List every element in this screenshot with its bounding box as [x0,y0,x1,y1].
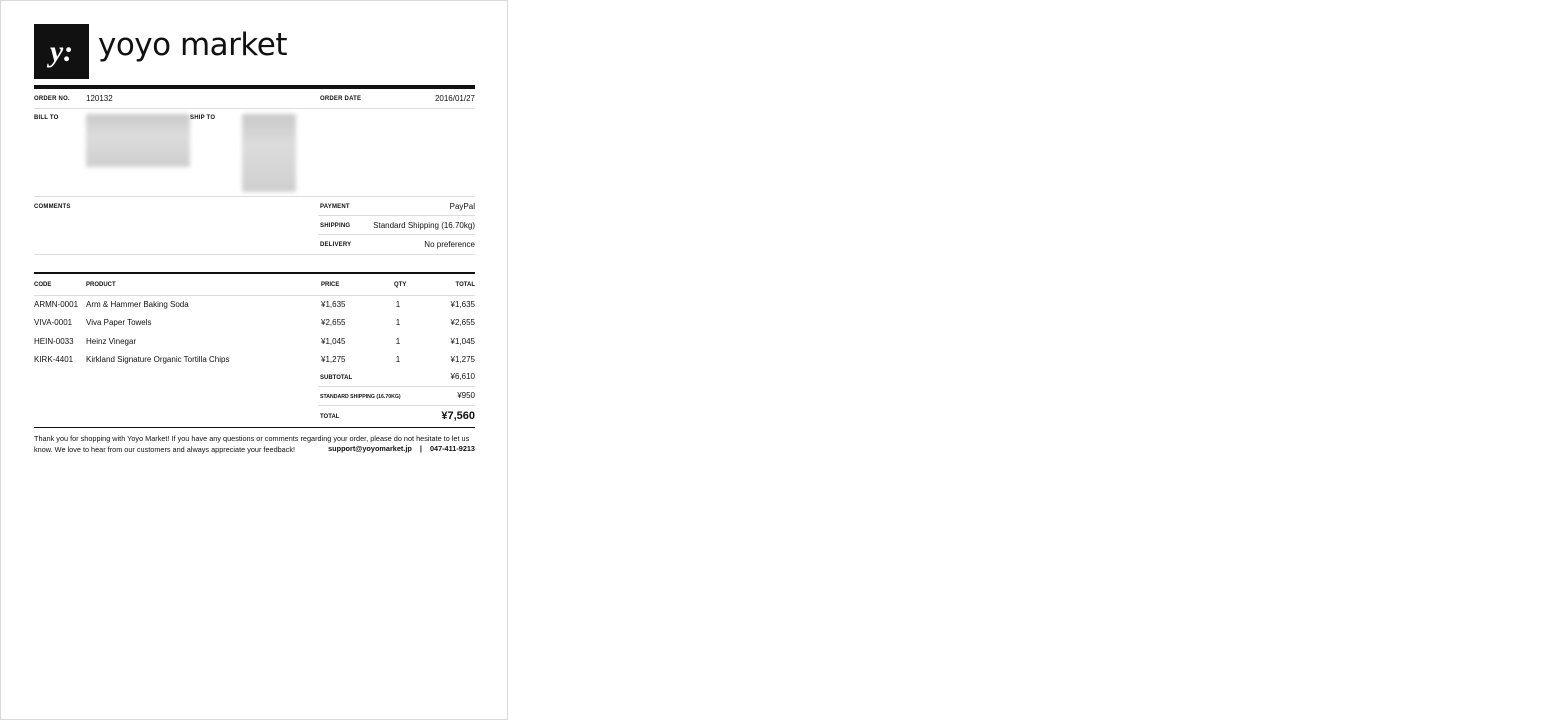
cell-total: ¥1,045 [450,336,475,346]
order-no-label: ORDER NO. [34,96,70,102]
divider [34,295,475,296]
cell-total: ¥1,635 [450,300,475,309]
bill-to-label: BILL TO [34,115,59,121]
cell-product: Heinz Vinegar [86,336,137,346]
cell-qty: 1 [395,300,401,309]
cell-code: KIRK-4401 [34,354,74,364]
col-price: PRICE [321,282,340,288]
cell-price: ¥1,045 [321,336,346,346]
cell-product: Arm & Hammer Baking Soda [86,300,189,309]
cell-qty: 1 [395,354,401,364]
support-phone[interactable]: 047-411-9213 [430,444,475,453]
divider [34,108,475,109]
total-label: TOTAL [320,414,340,420]
support-email[interactable]: support@yoyomarket.jp [328,444,412,453]
shipping-label: SHIPPING [320,223,351,229]
cell-qty: 1 [395,318,401,328]
shipping-fee-label: STANDARD SHIPPING (16.70KG) [320,394,401,400]
cell-code: HEIN-0033 [34,336,74,346]
cell-code: ARMN-0001 [34,300,79,309]
delivery-value: No preference [424,240,475,249]
cell-total: ¥1,275 [450,354,475,364]
col-qty: QTY [394,282,407,288]
divider [34,254,475,255]
payment-value: PayPal [449,202,475,211]
ship-to-label: SHIP TO [190,115,216,121]
invoice-page: y: yoyo market ORDER NO. 120132 ORDER DA… [0,0,508,720]
cell-qty: 1 [395,336,401,346]
divider [318,234,475,235]
cell-product: Viva Paper Towels [86,318,152,328]
cell-total: ¥2,655 [450,318,475,328]
header-rule [34,85,475,89]
delivery-label: DELIVERY [320,242,352,248]
divider [318,215,475,216]
comments-label: COMMENTS [34,204,71,210]
bill-to-address-redacted [86,114,190,167]
divider [318,386,475,387]
cell-price: ¥1,275 [321,354,346,364]
payment-label: PAYMENT [320,204,350,210]
total-value: ¥7,560 [441,410,475,422]
items-rule [34,272,475,274]
subtotal-label: SUBTOTAL [320,375,353,381]
divider [318,405,475,406]
contact-line: support@yoyomarket.jp | 047-411-9213 [328,444,475,453]
subtotal-value: ¥6,610 [450,372,475,381]
order-date: 2016/01/27 [434,94,475,103]
col-product: PRODUCT [86,282,116,288]
ship-to-address-redacted [242,114,296,192]
col-total: TOTAL [455,282,475,288]
cell-product: Kirkland Signature Organic Tortilla Chip… [86,354,230,364]
col-code: CODE [34,282,52,288]
order-date-label: ORDER DATE [320,96,362,102]
cell-code: VIVA-0001 [34,318,73,328]
cell-price: ¥2,655 [321,318,346,328]
divider [34,196,475,197]
shipping-value: Standard Shipping (16.70kg) [373,221,475,230]
cell-price: ¥1,635 [321,300,346,309]
order-no: 120132 [86,94,113,103]
footer-rule [34,427,475,428]
contact-separator: | [419,444,422,453]
logo-mark: y: [49,34,74,68]
brand-name: yoyo market [98,27,288,63]
yoyo-logo-icon: y: [34,24,89,79]
shipping-fee-value: ¥950 [457,391,475,400]
